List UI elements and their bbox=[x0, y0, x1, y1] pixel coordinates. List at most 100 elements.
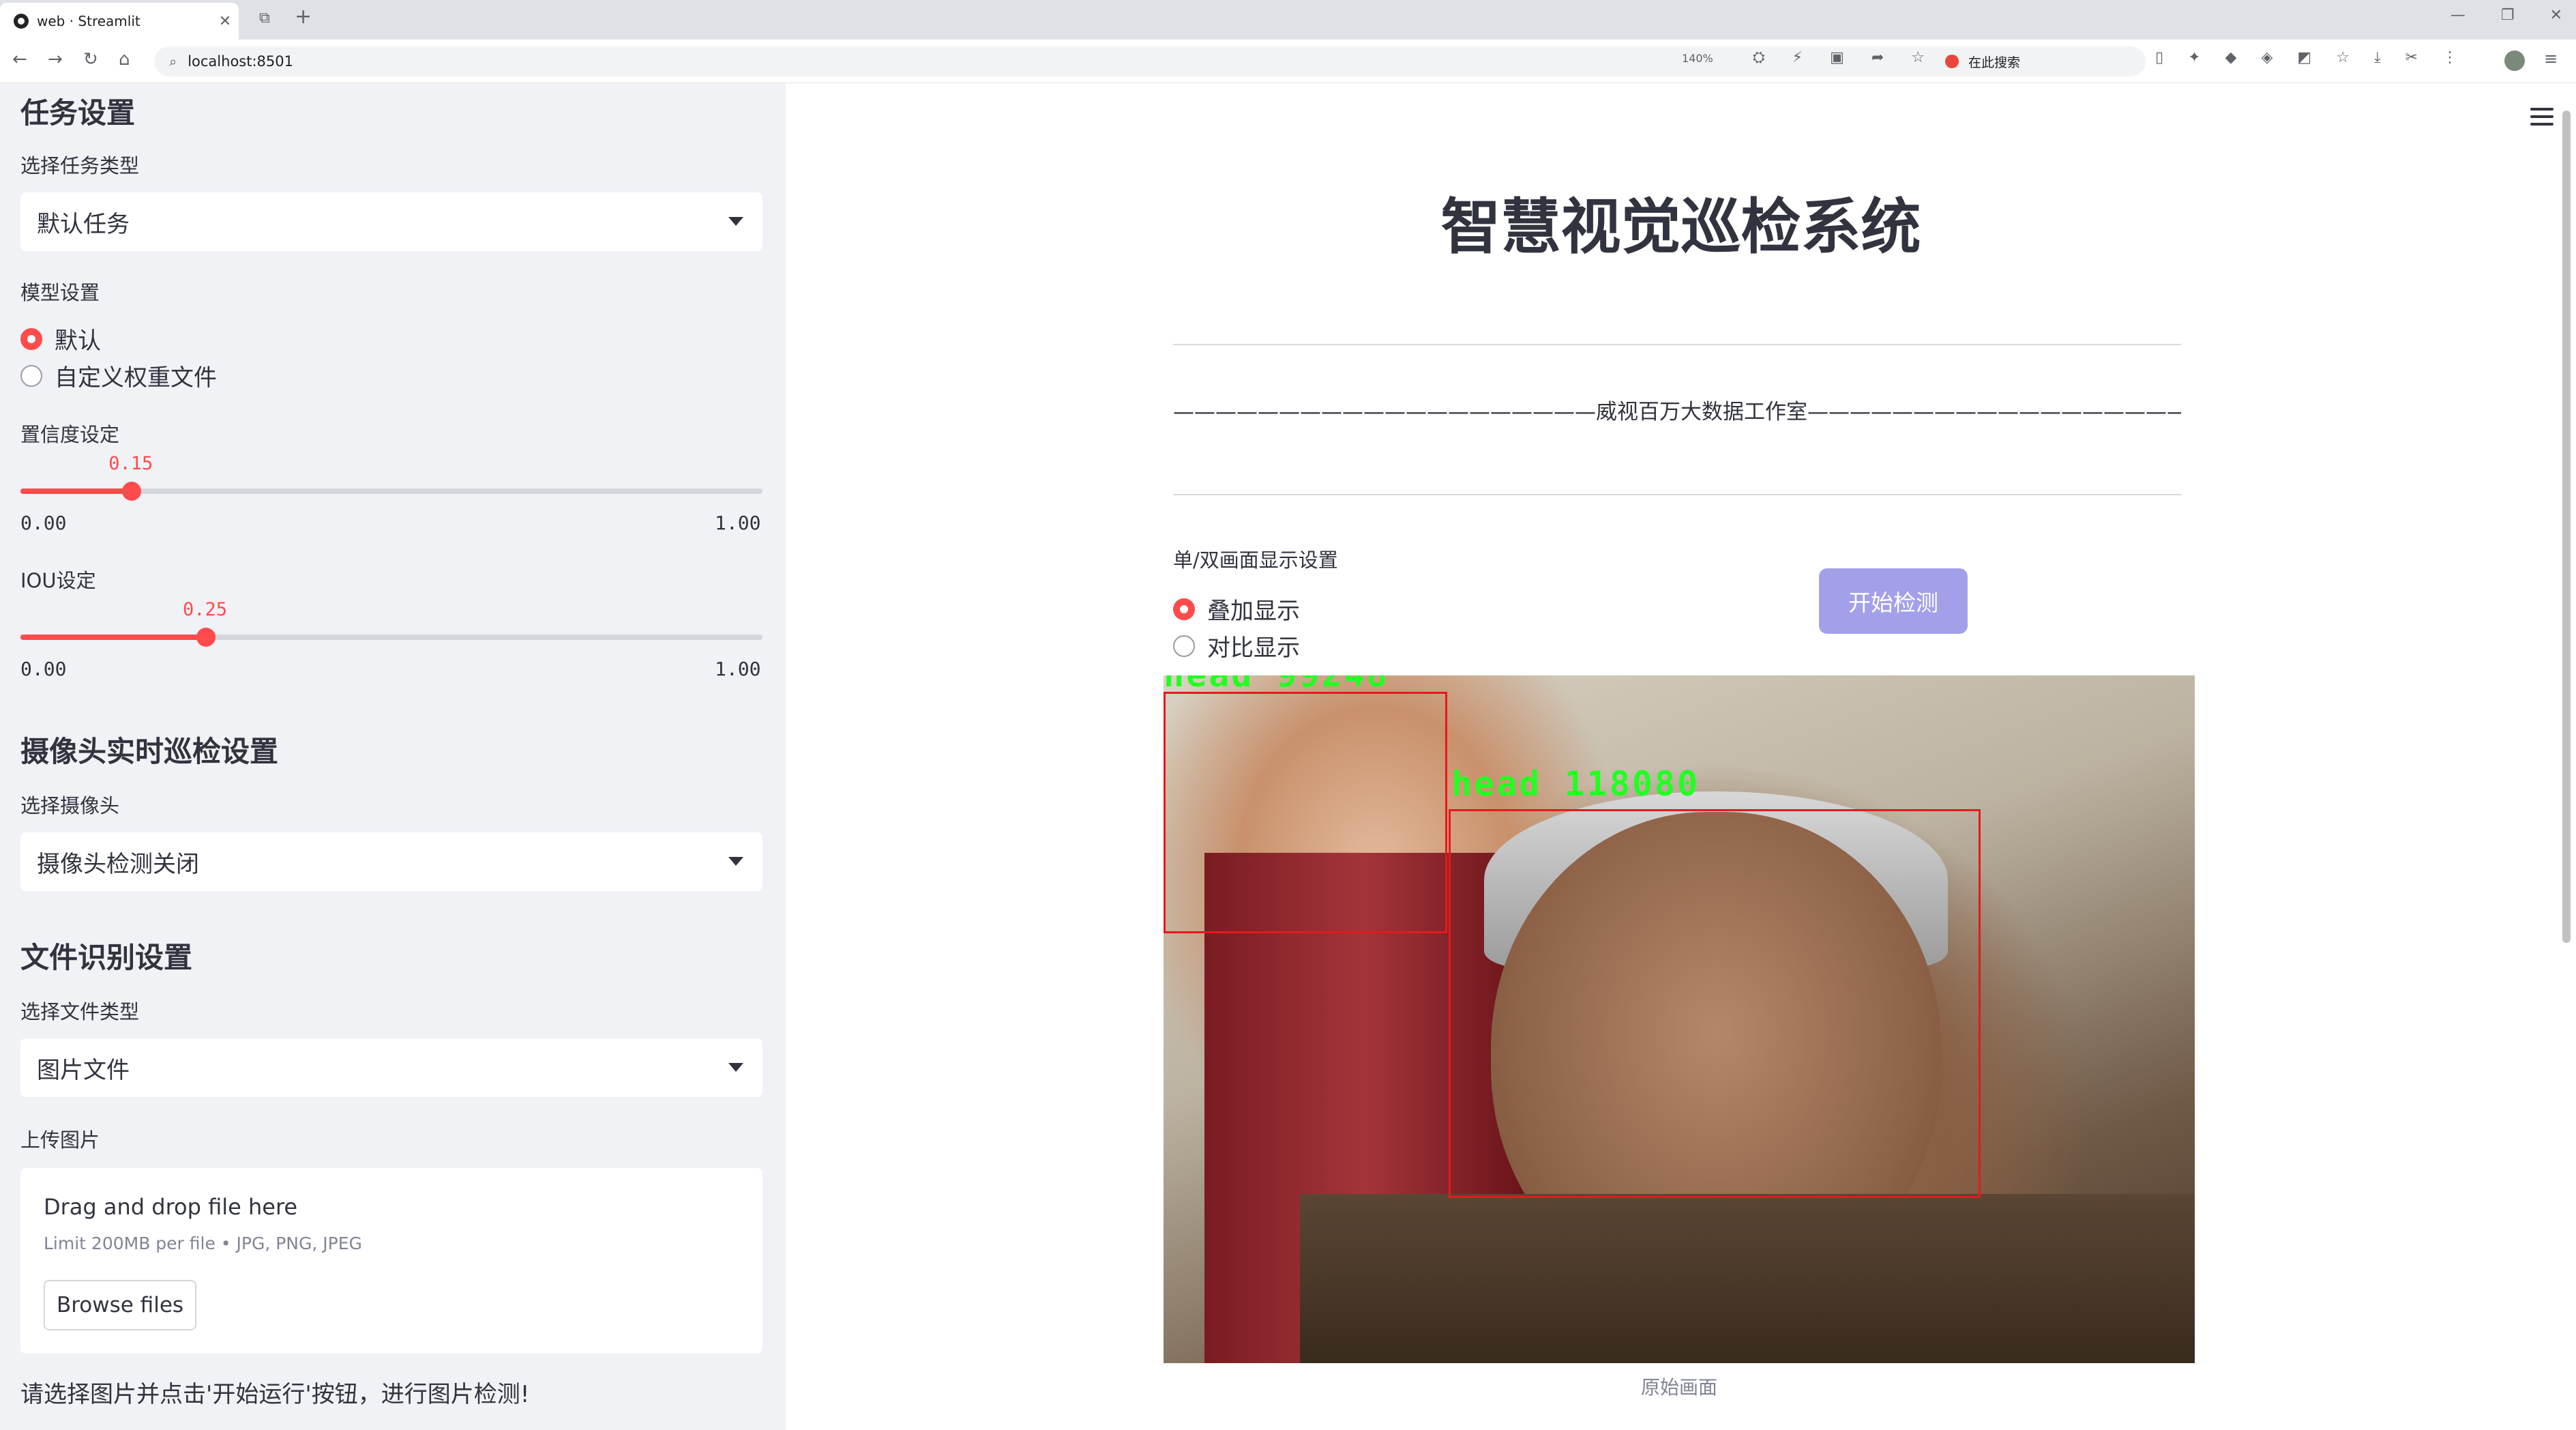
drop-text: Drag and drop file here bbox=[44, 1194, 298, 1220]
task-type-select[interactable]: 默认任务 bbox=[20, 192, 763, 251]
extension-icon[interactable]: ◆ bbox=[2225, 49, 2237, 66]
radio-unselected-icon[interactable] bbox=[1173, 634, 1195, 657]
task-settings-heading: 任务设置 bbox=[20, 96, 136, 130]
start-detection-button[interactable]: 开始检测 bbox=[1819, 568, 1968, 634]
divider-bottom bbox=[1173, 494, 2181, 495]
radio-selected-icon[interactable] bbox=[20, 327, 42, 350]
share-icon[interactable]: ➦ bbox=[1871, 49, 1884, 66]
chevron-down-icon bbox=[728, 857, 743, 866]
puzzle-icon[interactable]: ◈ bbox=[2261, 49, 2272, 66]
favorites-icon[interactable]: ☆ bbox=[2336, 49, 2350, 66]
model-option-default[interactable]: 默认 bbox=[20, 322, 101, 355]
camera-select[interactable]: 摄像头检测关闭 bbox=[20, 832, 763, 891]
camera-select-label: 选择摄像头 bbox=[20, 794, 120, 817]
zoom-level[interactable]: 140% bbox=[1682, 52, 1713, 65]
browser-tab[interactable]: web · Streamlit ✕ bbox=[0, 3, 239, 40]
confidence-value: 0.15 bbox=[108, 453, 153, 474]
browser-tab-bar: web · Streamlit ✕ ⧉ + — ❐ ✕ bbox=[0, 0, 2576, 40]
tab-close-icon[interactable]: ✕ bbox=[211, 13, 239, 30]
page-title: 智慧视觉巡检系统 bbox=[1440, 192, 1921, 262]
bookmark-star-icon[interactable]: ☆ bbox=[1911, 49, 1925, 66]
model-option-default-label: 默认 bbox=[55, 327, 101, 355]
more-vertical-icon[interactable]: ⋮ bbox=[2442, 49, 2457, 66]
file-type-select[interactable]: 图片文件 bbox=[20, 1038, 763, 1097]
limit-text: Limit 200MB per file • JPG, PNG, JPEG bbox=[44, 1234, 362, 1253]
task-type-value: 默认任务 bbox=[37, 210, 130, 238]
screenshot-icon[interactable]: ▣ bbox=[1830, 49, 1844, 66]
main-content: 智慧视觉巡检系统 ————————————————————威视百万大数据工作室—… bbox=[786, 83, 2576, 1430]
address-bar: ← → ↻ ⌂ ⌕ localhost:8501 140% ⛭ ⚡ ▣ ➦ ☆ … bbox=[0, 40, 2576, 83]
browser-menu-icon[interactable]: ≡ bbox=[2544, 49, 2558, 68]
detection-box-1 bbox=[1164, 692, 1447, 933]
iou-label: IOU设定 bbox=[20, 569, 96, 592]
translate-icon[interactable]: ⛭ bbox=[1753, 49, 1765, 66]
iou-min: 0.00 bbox=[20, 658, 67, 680]
display-setting-label: 单/双画面显示设置 bbox=[1173, 549, 1338, 572]
url-search-icon: ⌕ bbox=[169, 53, 177, 70]
back-icon[interactable]: ← bbox=[12, 49, 27, 70]
confidence-slider-thumb[interactable] bbox=[122, 482, 142, 501]
display-option-compare[interactable]: 对比显示 bbox=[1173, 629, 1300, 662]
sidebar: 任务设置 选择任务类型 默认任务 模型设置 默认 自定义权重文件 置信度设定 0… bbox=[0, 83, 786, 1430]
extension-icons: ⛭ ⚡ ▣ ➦ ☆ bbox=[1753, 49, 1925, 66]
streamlit-favicon-icon bbox=[14, 14, 29, 29]
model-option-custom-label: 自定义权重文件 bbox=[55, 364, 217, 392]
display-option-overlay[interactable]: 叠加显示 bbox=[1173, 592, 1300, 626]
confidence-slider[interactable] bbox=[20, 482, 763, 501]
search-engine-box[interactable]: 在此搜索 bbox=[1937, 46, 2135, 76]
iou-slider[interactable] bbox=[20, 628, 763, 647]
photo-shirt bbox=[1300, 1194, 2195, 1363]
camera-select-value: 摄像头检测关闭 bbox=[37, 850, 199, 878]
radio-unselected-icon[interactable] bbox=[20, 364, 42, 387]
streamlit-app: 任务设置 选择任务类型 默认任务 模型设置 默认 自定义权重文件 置信度设定 0… bbox=[0, 83, 2576, 1430]
studio-banner: ————————————————————威视百万大数据工作室——————————… bbox=[1173, 400, 2181, 424]
model-settings-label: 模型设置 bbox=[20, 281, 100, 304]
search-engine-label: 在此搜索 bbox=[1968, 55, 2021, 70]
hint-text: 请选择图片并点击'开始运行'按钮，进行图片检测! bbox=[20, 1381, 530, 1408]
iou-max: 1.00 bbox=[715, 658, 761, 680]
window-controls: — ❐ ✕ bbox=[2451, 7, 2562, 24]
file-uploader-dropzone[interactable]: Drag and drop file here Limit 200MB per … bbox=[20, 1168, 763, 1354]
file-type-value: 图片文件 bbox=[37, 1056, 130, 1084]
search-engine-icon bbox=[1945, 55, 1959, 68]
home-icon[interactable]: ⌂ bbox=[119, 49, 130, 70]
iou-value: 0.25 bbox=[183, 599, 228, 620]
confidence-min: 0.00 bbox=[20, 512, 67, 534]
minimize-icon[interactable]: — bbox=[2451, 7, 2466, 24]
toolbar-icons: ▯ ✦ ◆ ◈ ◩ ☆ ⤓ ✂ ⋮ bbox=[2155, 49, 2457, 66]
restore-icon[interactable]: ❐ bbox=[2501, 7, 2515, 24]
reload-icon[interactable]: ↻ bbox=[83, 49, 98, 70]
chevron-down-icon bbox=[728, 1063, 743, 1072]
camera-heading: 摄像头实时巡检设置 bbox=[20, 735, 279, 768]
phone-icon[interactable]: ▯ bbox=[2155, 49, 2163, 66]
new-tab-icon[interactable]: + bbox=[295, 7, 312, 27]
window-close-icon[interactable]: ✕ bbox=[2550, 7, 2562, 24]
task-type-label: 选择任务类型 bbox=[20, 154, 140, 177]
detection-image: head 99248 head 118080 bbox=[1164, 675, 2195, 1363]
divider-top bbox=[1173, 344, 2181, 345]
iou-slider-thumb[interactable] bbox=[196, 628, 216, 647]
detection-label-1: head 99248 bbox=[1164, 675, 1389, 695]
detection-box-2 bbox=[1449, 809, 1981, 1198]
confidence-max: 1.00 bbox=[715, 512, 761, 534]
browse-files-button[interactable]: Browse files bbox=[44, 1280, 196, 1330]
detection-label-2: head 118080 bbox=[1451, 764, 1700, 804]
scissors-icon[interactable]: ✂ bbox=[2405, 49, 2418, 66]
model-option-custom[interactable]: 自定义权重文件 bbox=[20, 359, 217, 392]
display-option-overlay-label: 叠加显示 bbox=[1207, 598, 1300, 625]
tab-title: web · Streamlit bbox=[37, 13, 140, 29]
profile-avatar[interactable] bbox=[2504, 50, 2525, 71]
forward-icon[interactable]: → bbox=[48, 49, 63, 70]
app-icon[interactable]: ◩ bbox=[2297, 49, 2311, 66]
sparkle-icon[interactable]: ✦ bbox=[2188, 49, 2200, 66]
hamburger-menu-icon[interactable] bbox=[2530, 108, 2553, 126]
tab-search-icon[interactable]: ⧉ bbox=[259, 10, 270, 27]
chevron-down-icon bbox=[728, 217, 743, 226]
radio-selected-icon[interactable] bbox=[1173, 598, 1195, 620]
display-option-compare-label: 对比显示 bbox=[1207, 634, 1300, 662]
confidence-label: 置信度设定 bbox=[20, 423, 120, 446]
download-icon[interactable]: ⤓ bbox=[2374, 49, 2381, 66]
image-caption: 原始画面 bbox=[1640, 1376, 1717, 1399]
lightning-icon[interactable]: ⚡ bbox=[1792, 49, 1803, 66]
upload-label: 上传图片 bbox=[20, 1128, 100, 1152]
